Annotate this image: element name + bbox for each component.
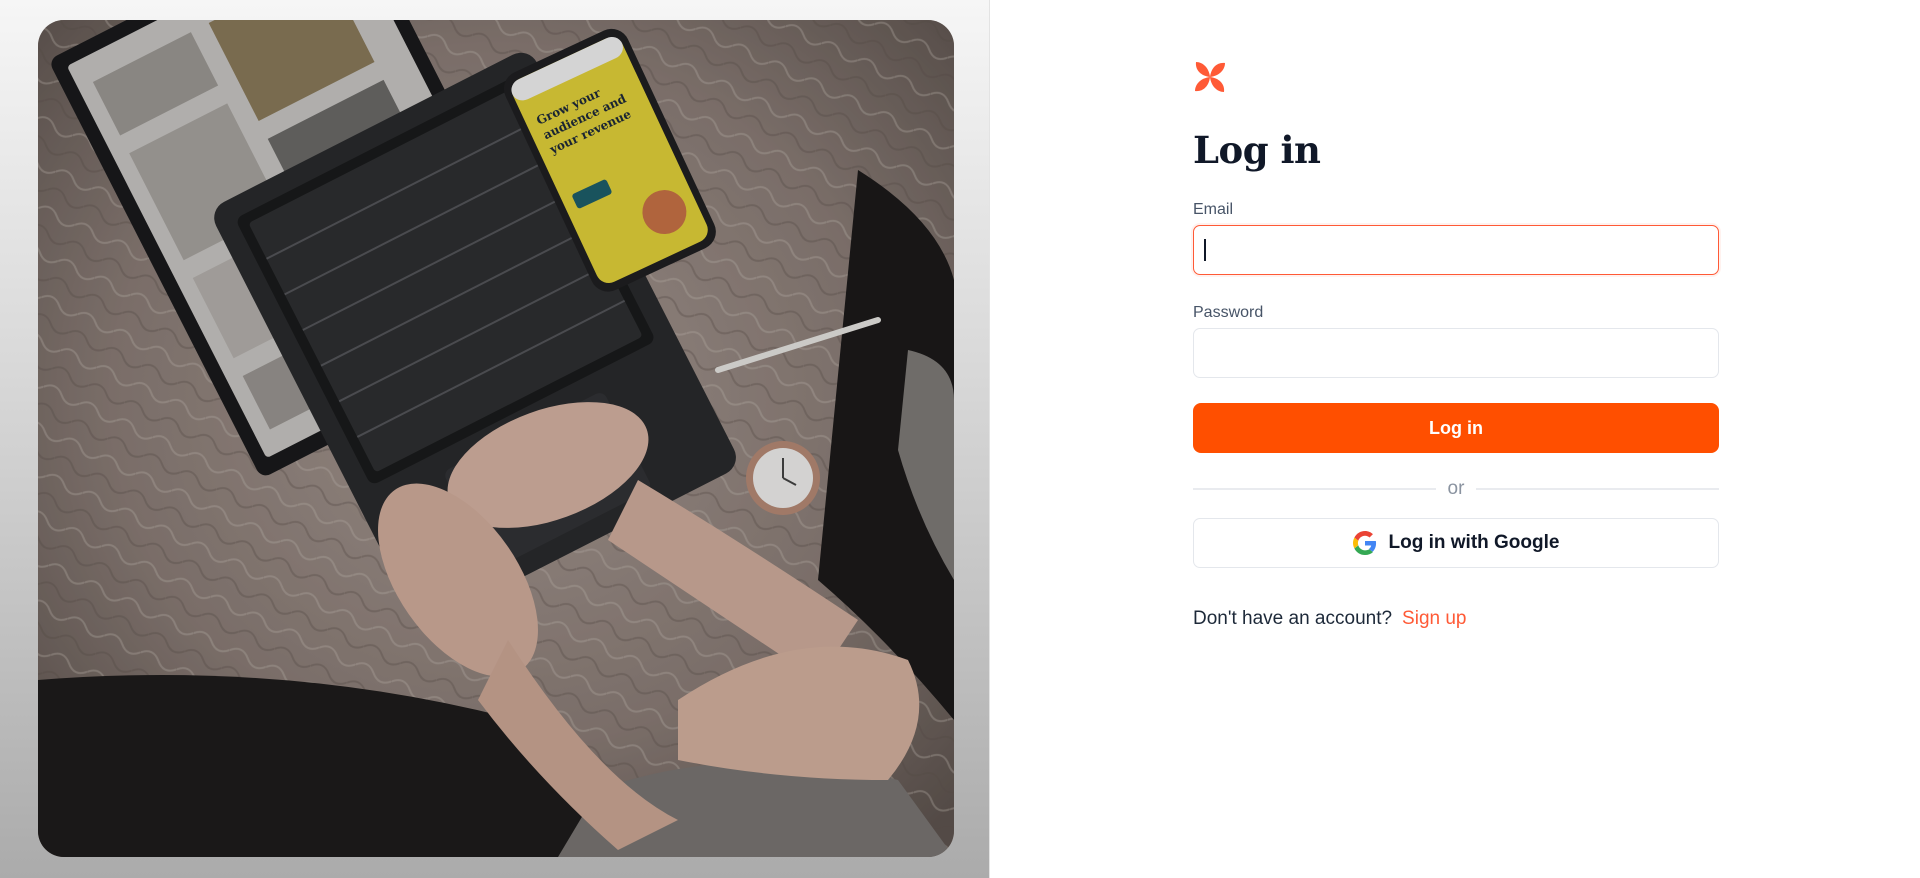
hero-image: Grow your audience and your revenue [38,20,954,857]
google-icon [1352,531,1376,555]
login-form: Log in Email Password Log in or Log in w… [1193,60,1719,630]
divider-line-left [1193,488,1436,490]
signup-row: Don't have an account? Sign up [1193,608,1719,630]
google-login-button[interactable]: Log in with Google [1193,518,1719,568]
email-field[interactable] [1193,225,1719,275]
signup-prompt: Don't have an account? [1193,608,1393,629]
page-title: Log in [1193,128,1321,172]
signup-link[interactable]: Sign up [1402,608,1466,630]
divider-line-right [1476,488,1719,490]
divider-text: or [1447,478,1465,499]
image-panel: Grow your audience and your revenue [0,0,990,878]
text-caret [1204,239,1206,261]
login-panel: Log in Email Password Log in or Log in w… [990,0,1920,878]
login-button[interactable]: Log in [1193,403,1719,453]
or-divider: or [1193,476,1719,502]
password-field[interactable] [1193,328,1719,378]
password-label: Password [1193,304,1264,321]
hero-photo-illustration: Grow your audience and your revenue [38,20,954,857]
google-button-label: Log in with Google [1388,532,1560,553]
email-label: Email [1193,201,1234,218]
brand-logo-icon [1195,62,1225,92]
